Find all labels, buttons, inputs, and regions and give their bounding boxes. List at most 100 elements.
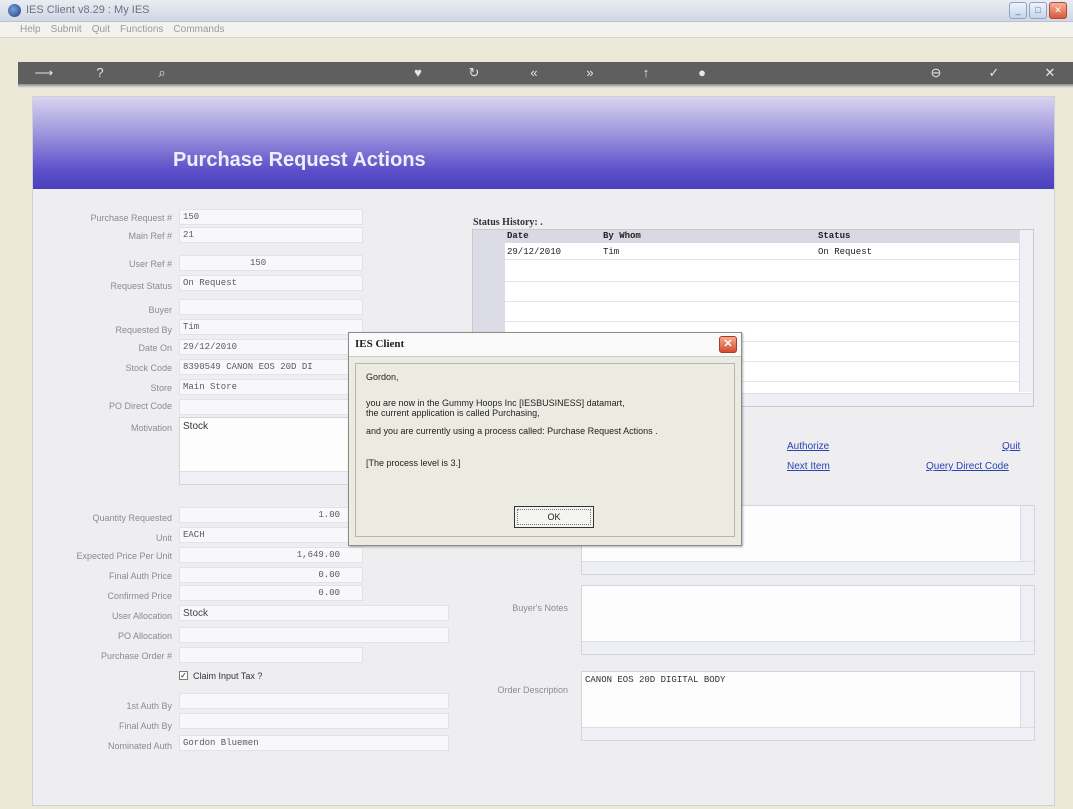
store-label: Store bbox=[150, 383, 172, 393]
po-direct-code-field[interactable] bbox=[179, 399, 363, 415]
table-row[interactable] bbox=[473, 306, 1021, 322]
user-allocation-label: User Allocation bbox=[111, 611, 172, 621]
window-titlebar: IES Client v8.29 : My IES _ □ ✕ bbox=[0, 0, 1073, 22]
claim-tax-checkbox[interactable]: ✓ bbox=[179, 671, 188, 680]
final-auth-price-field[interactable]: 0.00 bbox=[179, 567, 363, 583]
order-description-hscroll[interactable] bbox=[582, 727, 1034, 740]
window-controls: _ □ ✕ bbox=[1009, 2, 1067, 19]
order-description-vscroll[interactable] bbox=[1020, 672, 1034, 728]
toolbar-shadow bbox=[18, 84, 1073, 88]
confirmed-price-field[interactable]: 0.00 bbox=[179, 585, 363, 601]
stock-code-field[interactable]: 8390549 CANON EOS 20D DI bbox=[179, 359, 363, 375]
buyers-notes-hscroll[interactable] bbox=[582, 641, 1034, 654]
user-allocation-field[interactable]: Stock bbox=[179, 605, 449, 621]
expected-price-field[interactable]: 1,649.00 bbox=[179, 547, 363, 563]
notes-vscroll[interactable] bbox=[1020, 506, 1034, 562]
dialog-body: Gordon, you are now in the Gummy Hoops I… bbox=[355, 363, 735, 537]
pin-icon[interactable]: ● bbox=[694, 65, 710, 81]
claim-tax-label: Claim Input Tax ? bbox=[193, 671, 263, 681]
po-number-label: Purchase Order # bbox=[100, 651, 172, 661]
info-dialog: IES Client ✕ Gordon, you are now in the … bbox=[348, 332, 742, 546]
date-on-field[interactable]: 29/12/2010 bbox=[179, 339, 363, 355]
menu-submit[interactable]: Submit bbox=[51, 22, 82, 37]
po-number-field[interactable] bbox=[179, 647, 363, 663]
arrow-icon[interactable]: ⟶ bbox=[32, 65, 56, 81]
nominated-auth-field[interactable]: Gordon Bluemen bbox=[179, 735, 449, 751]
order-description-text: CANON EOS 20D DIGITAL BODY bbox=[585, 675, 726, 685]
history-row-by: Tim bbox=[603, 247, 620, 257]
history-col-date: Date bbox=[507, 231, 529, 241]
dialog-title: IES Client bbox=[355, 338, 405, 350]
dialog-line-1: you are now in the Gummy Hoops Inc [IESB… bbox=[366, 398, 625, 408]
pr-number-field[interactable]: 150 bbox=[179, 209, 363, 225]
minus-icon[interactable]: ⊖ bbox=[928, 65, 944, 81]
dialog-greeting: Gordon, bbox=[366, 372, 399, 382]
date-on-label: Date On bbox=[138, 343, 172, 353]
qty-requested-field[interactable]: 1.00 bbox=[179, 507, 363, 523]
window-title: IES Client v8.29 : My IES bbox=[26, 4, 150, 16]
search-icon[interactable]: ⌕ bbox=[154, 65, 170, 81]
table-row[interactable]: 1 29/12/2010 Tim On Request bbox=[473, 244, 1021, 260]
request-status-label: Request Status bbox=[110, 281, 172, 291]
pr-number-label: Purchase Request # bbox=[90, 213, 172, 223]
buyer-field[interactable] bbox=[179, 299, 363, 315]
main-ref-field[interactable]: 21 bbox=[179, 227, 363, 243]
refresh-icon[interactable]: ↻ bbox=[466, 65, 482, 81]
user-ref-field[interactable]: 150 bbox=[179, 255, 363, 271]
menu-help[interactable]: Help bbox=[20, 22, 41, 37]
motivation-textarea[interactable]: Stock bbox=[179, 417, 363, 485]
stock-code-label: Stock Code bbox=[125, 363, 172, 373]
authorize-link[interactable]: Authorize bbox=[787, 441, 829, 452]
query-direct-code-link[interactable]: Query Direct Code bbox=[926, 461, 1009, 472]
notes-hscroll[interactable] bbox=[582, 561, 1034, 574]
ok-button[interactable]: OK bbox=[514, 506, 594, 528]
status-history-title: Status History: . bbox=[473, 217, 543, 228]
unit-label: Unit bbox=[155, 533, 172, 543]
page-title: Purchase Request Actions bbox=[173, 149, 426, 171]
help-icon[interactable]: ? bbox=[92, 65, 108, 81]
final-auth-by-label: Final Auth By bbox=[118, 721, 172, 731]
buyers-notes-label: Buyer's Notes bbox=[512, 603, 568, 613]
first-auth-field[interactable] bbox=[179, 693, 449, 709]
requested-by-field[interactable]: Tim bbox=[179, 319, 363, 335]
menu-commands[interactable]: Commands bbox=[173, 22, 224, 37]
history-vscroll[interactable] bbox=[1019, 230, 1033, 392]
request-status-field[interactable]: On Request bbox=[179, 275, 363, 291]
menu-bar: Help Submit Quit Functions Commands bbox=[0, 22, 1073, 38]
table-row[interactable] bbox=[473, 286, 1021, 302]
dialog-titlebar: IES Client ✕ bbox=[349, 333, 741, 357]
toolbar: ⟶ ? ⌕ ♥ ↻ « » ↑ ● ⊖ ✓ ✕ bbox=[18, 62, 1073, 84]
check-icon[interactable]: ✓ bbox=[986, 65, 1002, 81]
motivation-hscroll[interactable] bbox=[180, 471, 362, 484]
history-row-status: On Request bbox=[818, 247, 873, 257]
close-icon[interactable]: ✕ bbox=[1042, 65, 1058, 81]
up-icon[interactable]: ↑ bbox=[638, 65, 654, 81]
buyers-notes-vscroll[interactable] bbox=[1020, 586, 1034, 642]
minimize-icon[interactable]: _ bbox=[1009, 2, 1027, 19]
next-item-link[interactable]: Next Item bbox=[787, 461, 830, 472]
final-auth-by-field[interactable] bbox=[179, 713, 449, 729]
user-ref-label: User Ref # bbox=[128, 259, 172, 269]
dialog-close-icon[interactable]: ✕ bbox=[719, 336, 737, 353]
confirmed-price-label: Confirmed Price bbox=[107, 591, 172, 601]
order-description-textarea[interactable]: CANON EOS 20D DIGITAL BODY bbox=[581, 671, 1035, 741]
unit-field[interactable]: EACH bbox=[179, 527, 363, 543]
menu-functions[interactable]: Functions bbox=[120, 22, 163, 37]
nominated-auth-label: Nominated Auth bbox=[107, 741, 172, 751]
table-row[interactable] bbox=[473, 266, 1021, 282]
quit-link[interactable]: Quit bbox=[1002, 441, 1020, 452]
dialog-line-2: the current application is called Purcha… bbox=[366, 408, 540, 418]
menu-quit[interactable]: Quit bbox=[92, 22, 110, 37]
buyer-label: Buyer bbox=[148, 305, 172, 315]
store-field[interactable]: Main Store bbox=[179, 379, 363, 395]
window-close-icon[interactable]: ✕ bbox=[1049, 2, 1067, 19]
maximize-icon[interactable]: □ bbox=[1029, 2, 1047, 19]
buyers-notes-textarea[interactable] bbox=[581, 585, 1035, 655]
heart-icon[interactable]: ♥ bbox=[410, 65, 426, 81]
forward-icon[interactable]: » bbox=[582, 65, 598, 81]
order-description-label: Order Description bbox=[497, 685, 568, 695]
rewind-icon[interactable]: « bbox=[526, 65, 542, 81]
po-direct-code-label: PO Direct Code bbox=[108, 401, 172, 411]
po-allocation-field[interactable] bbox=[179, 627, 449, 643]
history-col-status: Status bbox=[818, 231, 851, 241]
